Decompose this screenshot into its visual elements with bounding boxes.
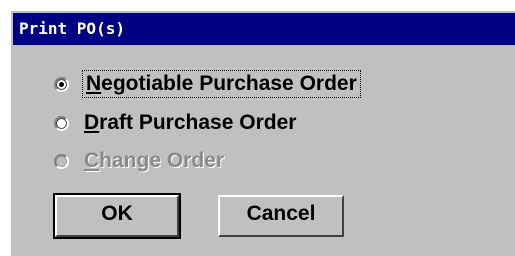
ok-button[interactable]: OK bbox=[53, 193, 181, 239]
print-po-dialog: Print PO(s) Negotiable Purchase Order Dr… bbox=[9, 9, 515, 256]
radio-label-draft: Draft Purchase Order bbox=[84, 111, 297, 134]
cancel-button[interactable]: Cancel bbox=[218, 195, 344, 237]
dialog-title: Print PO(s) bbox=[13, 13, 515, 45]
radio-label-negotiable: Negotiable Purchase Order bbox=[82, 70, 361, 98]
radio-label-change-order: Change Order bbox=[84, 149, 225, 172]
radio-draft-purchase-order[interactable]: Draft Purchase Order bbox=[54, 109, 296, 137]
radio-button-checked-icon[interactable] bbox=[54, 76, 69, 92]
radio-button-disabled-icon bbox=[54, 153, 69, 169]
radio-change-order: Change Order bbox=[54, 147, 224, 175]
radio-negotiable-purchase-order[interactable]: Negotiable Purchase Order bbox=[54, 70, 361, 98]
radio-button-icon[interactable] bbox=[54, 115, 69, 131]
